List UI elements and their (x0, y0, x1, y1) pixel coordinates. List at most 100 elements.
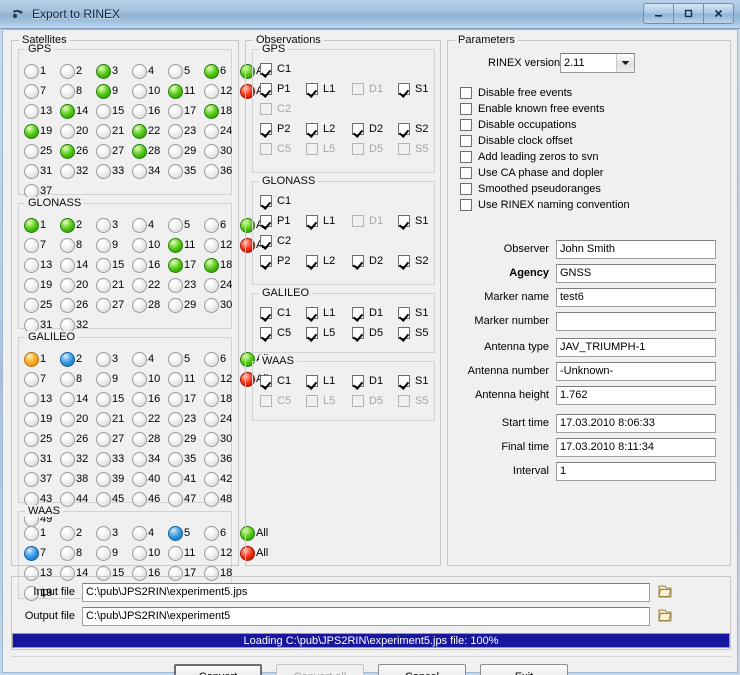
observation-checkbox-galileo-l5[interactable]: L5 (306, 327, 352, 339)
checkbox-box[interactable] (352, 255, 364, 267)
satellite-toggle-waas-12[interactable]: 12 (204, 545, 240, 561)
observation-checkbox-gps-d2[interactable]: D2 (352, 123, 398, 135)
checkbox-box[interactable] (306, 215, 318, 227)
checkbox-box[interactable] (260, 83, 272, 95)
satellite-toggle-waas-8[interactable]: 8 (60, 545, 96, 561)
observation-checkbox-waas-c1[interactable]: C1 (260, 375, 306, 387)
close-button[interactable] (703, 3, 734, 24)
satellite-toggle-galileo-14[interactable]: 14 (60, 391, 96, 407)
chevron-down-icon[interactable] (616, 54, 634, 72)
field-input[interactable]: JAV_TRIUMPH-1 (556, 337, 716, 357)
observation-checkbox-galileo-c1[interactable]: C1 (260, 307, 306, 319)
satellite-toggle-glonass-21[interactable]: 21 (96, 277, 132, 293)
satellite-toggle-gps-19[interactable]: 19 (24, 123, 60, 139)
satellite-toggle-gps-15[interactable]: 15 (96, 103, 132, 119)
satellite-toggle-glonass-22[interactable]: 22 (132, 277, 168, 293)
input-file-input[interactable]: C:\pub\JPS2RIN\experiment5.jps (82, 582, 650, 602)
satellite-toggle-gps-2[interactable]: 2 (60, 63, 96, 79)
satellite-toggle-gps-3[interactable]: 3 (96, 63, 132, 79)
satellite-toggle-galileo-23[interactable]: 23 (168, 411, 204, 427)
checkbox-box[interactable] (260, 195, 272, 207)
observation-checkbox-glonass-l2[interactable]: L2 (306, 255, 352, 267)
input-file-browse-button[interactable] (656, 583, 674, 602)
satellite-toggle-glonass-11[interactable]: 11 (168, 237, 204, 253)
satellite-toggle-glonass-29[interactable]: 29 (168, 297, 204, 313)
checkbox-box[interactable] (460, 167, 472, 179)
observation-checkbox-glonass-s2[interactable]: S2 (398, 255, 444, 267)
satellite-toggle-gps-29[interactable]: 29 (168, 143, 204, 159)
satellite-toggle-galileo-32[interactable]: 32 (60, 451, 96, 467)
field-input[interactable]: 1.762 (556, 385, 716, 405)
checkbox-box[interactable] (352, 327, 364, 339)
satellite-toggle-gps-31[interactable]: 31 (24, 163, 60, 179)
field-input[interactable]: 1 (556, 461, 716, 481)
satellite-toggle-gps-21[interactable]: 21 (96, 123, 132, 139)
checkbox-box[interactable] (460, 183, 472, 195)
observation-checkbox-glonass-p2[interactable]: P2 (260, 255, 306, 267)
satellite-toggle-waas-3[interactable]: 3 (96, 525, 132, 541)
satellite-toggle-gps-5[interactable]: 5 (168, 63, 204, 79)
satellite-toggle-gps-27[interactable]: 27 (96, 143, 132, 159)
checkbox-box[interactable] (398, 83, 410, 95)
param-checkbox-smoothed-pseudoranges[interactable]: Smoothed pseudoranges (460, 181, 601, 197)
checkbox-box[interactable] (352, 307, 364, 319)
satellite-toggle-galileo-21[interactable]: 21 (96, 411, 132, 427)
satellite-toggle-glonass-10[interactable]: 10 (132, 237, 168, 253)
satellite-toggle-glonass-25[interactable]: 25 (24, 297, 60, 313)
satellite-toggle-gps-22[interactable]: 22 (132, 123, 168, 139)
satellite-toggle-gps-23[interactable]: 23 (168, 123, 204, 139)
satellite-toggle-gps-32[interactable]: 32 (60, 163, 96, 179)
satellite-toggle-galileo-38[interactable]: 38 (60, 471, 96, 487)
observation-checkbox-galileo-c5[interactable]: C5 (260, 327, 306, 339)
satellite-toggle-gps-17[interactable]: 17 (168, 103, 204, 119)
observation-checkbox-glonass-d2[interactable]: D2 (352, 255, 398, 267)
observation-checkbox-waas-d1[interactable]: D1 (352, 375, 398, 387)
observation-checkbox-galileo-l1[interactable]: L1 (306, 307, 352, 319)
checkbox-box[interactable] (306, 123, 318, 135)
satellite-toggle-glonass-5[interactable]: 5 (168, 217, 204, 233)
satellite-toggle-glonass-13[interactable]: 13 (24, 257, 60, 273)
observation-checkbox-glonass-l1[interactable]: L1 (306, 215, 352, 227)
satellite-toggle-glonass-19[interactable]: 19 (24, 277, 60, 293)
satellite-toggle-gps-18[interactable]: 18 (204, 103, 240, 119)
satellite-toggle-glonass-17[interactable]: 17 (168, 257, 204, 273)
observation-checkbox-glonass-s1[interactable]: S1 (398, 215, 444, 227)
satellite-toggle-gps-20[interactable]: 20 (60, 123, 96, 139)
param-checkbox-use-rinex-naming-convention[interactable]: Use RINEX naming convention (460, 197, 630, 213)
checkbox-box[interactable] (260, 375, 272, 387)
satellite-toggle-gps-26[interactable]: 26 (60, 143, 96, 159)
satellite-toggle-gps-9[interactable]: 9 (96, 83, 132, 99)
satellite-toggle-galileo-26[interactable]: 26 (60, 431, 96, 447)
observation-checkbox-gps-s2[interactable]: S2 (398, 123, 444, 135)
satellite-toggle-galileo-30[interactable]: 30 (204, 431, 240, 447)
satellite-toggle-glonass-3[interactable]: 3 (96, 217, 132, 233)
checkbox-box[interactable] (398, 123, 410, 135)
satellite-toggle-glonass-6[interactable]: 6 (204, 217, 240, 233)
satellite-toggle-galileo-1[interactable]: 1 (24, 351, 60, 367)
checkbox-box[interactable] (260, 327, 272, 339)
checkbox-box[interactable] (306, 327, 318, 339)
satellite-toggle-gps-6[interactable]: 6 (204, 63, 240, 79)
satellite-toggle-galileo-10[interactable]: 10 (132, 371, 168, 387)
satellite-toggle-glonass-12[interactable]: 12 (204, 237, 240, 253)
satellite-toggle-galileo-2[interactable]: 2 (60, 351, 96, 367)
satellite-toggle-galileo-24[interactable]: 24 (204, 411, 240, 427)
checkbox-box[interactable] (260, 255, 272, 267)
satellite-toggle-gps-8[interactable]: 8 (60, 83, 96, 99)
satellite-toggle-waas-7[interactable]: 7 (24, 545, 60, 561)
field-input[interactable]: test6 (556, 287, 716, 307)
satellite-toggle-galileo-41[interactable]: 41 (168, 471, 204, 487)
observation-checkbox-galileo-d5[interactable]: D5 (352, 327, 398, 339)
satellite-toggle-gps-28[interactable]: 28 (132, 143, 168, 159)
satellite-toggle-gps-10[interactable]: 10 (132, 83, 168, 99)
checkbox-box[interactable] (352, 123, 364, 135)
satellite-toggle-galileo-45[interactable]: 45 (96, 491, 132, 507)
observation-checkbox-waas-s1[interactable]: S1 (398, 375, 444, 387)
observation-checkbox-gps-l2[interactable]: L2 (306, 123, 352, 135)
satellite-toggle-gps-33[interactable]: 33 (96, 163, 132, 179)
satellite-toggle-gps-4[interactable]: 4 (132, 63, 168, 79)
cancel-button[interactable]: Cancel (378, 664, 466, 675)
field-input[interactable]: 17.03.2010 8:11:34 (556, 437, 716, 457)
satellite-toggle-glonass-18[interactable]: 18 (204, 257, 240, 273)
param-checkbox-add-leading-zeros-to-svn[interactable]: Add leading zeros to svn (460, 149, 598, 165)
